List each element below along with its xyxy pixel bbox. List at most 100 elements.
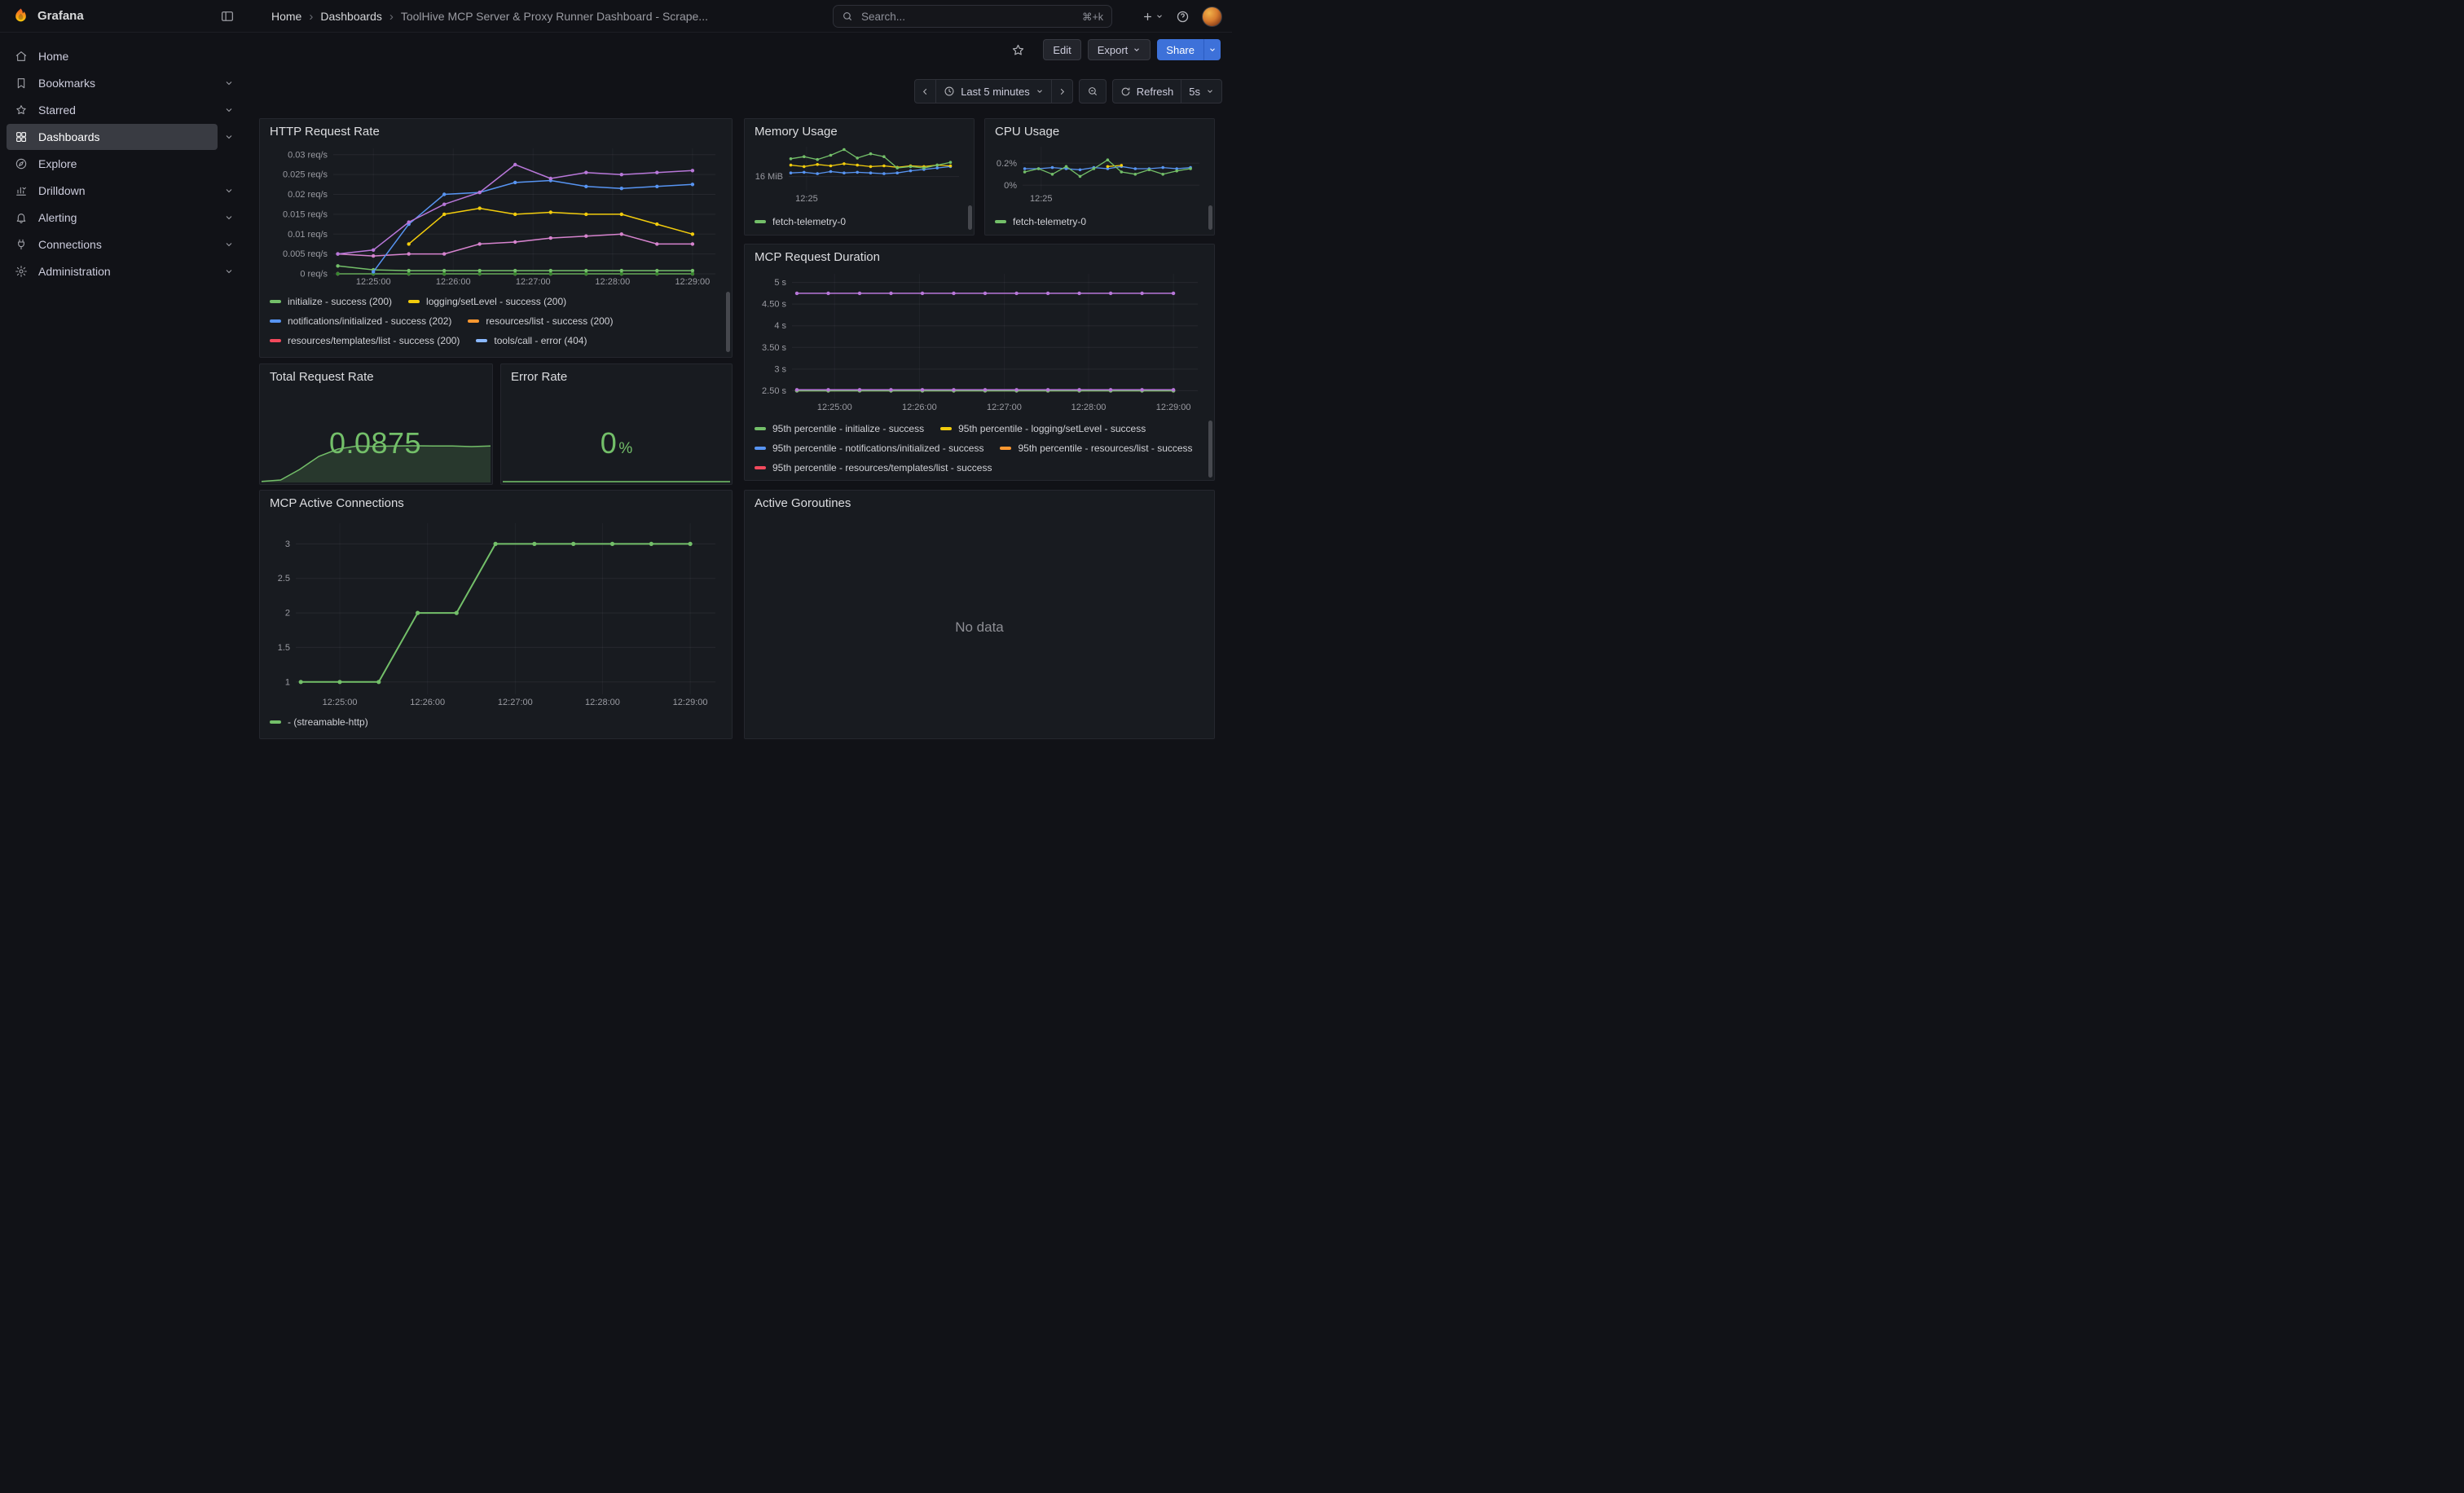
sidebar-item-label: Starred — [38, 103, 76, 117]
legend-item[interactable]: tools/call - error (404) — [476, 331, 587, 350]
panel-title[interactable]: MCP Request Duration — [745, 244, 1214, 264]
legend-item[interactable]: resources/templates/list - success (200) — [270, 331, 460, 350]
svg-text:0.025 req/s: 0.025 req/s — [283, 170, 328, 180]
home-icon — [14, 49, 29, 64]
legend-scrollbar[interactable] — [1208, 205, 1212, 230]
sidebar-item-starred[interactable]: Starred — [7, 97, 218, 123]
cpu-usage-chart[interactable]: 0.2%0%12:25 — [990, 142, 1204, 204]
favorite-star-icon[interactable] — [1011, 43, 1025, 57]
sidebar-item-alerting[interactable]: Alerting — [7, 205, 218, 231]
series-color-marker — [270, 339, 281, 342]
legend-item[interactable]: 95th percentile - logging/setLevel - suc… — [940, 419, 1146, 438]
sidebar-item-label: Dashboards — [38, 130, 100, 143]
series-color-marker — [995, 220, 1006, 223]
sidebar-item-label: Connections — [38, 238, 102, 251]
chevron-down-icon[interactable] — [218, 213, 240, 222]
svg-text:16 MiB: 16 MiB — [755, 172, 783, 182]
help-icon[interactable] — [1176, 10, 1190, 24]
panel-title[interactable]: CPU Usage — [985, 119, 1214, 139]
panel-active-goroutines: Active Goroutines No data — [744, 490, 1215, 739]
no-data-message: No data — [745, 619, 1214, 636]
search-shortcut: ⌘+k — [1082, 11, 1103, 23]
refresh-group: Refresh 5s — [1112, 79, 1222, 103]
http-request-rate-chart[interactable]: 0.03 req/s0.025 req/s0.02 req/s0.015 req… — [266, 143, 720, 287]
zoom-out-button[interactable] — [1080, 80, 1106, 103]
legend-item[interactable]: tools/call - success (200) — [270, 350, 395, 355]
share-button[interactable]: Share — [1157, 39, 1221, 60]
sidebar-item-connections[interactable]: Connections — [7, 231, 218, 258]
panel-title[interactable]: Active Goroutines — [745, 491, 1214, 510]
bookmark-icon — [14, 76, 29, 90]
apps-icon — [14, 130, 29, 144]
legend-item[interactable]: 95th percentile - notifications/initiali… — [755, 438, 983, 458]
sidebar-item-drilldown[interactable]: Drilldown — [7, 178, 218, 204]
series-color-marker — [755, 220, 766, 223]
time-range-picker[interactable]: Last 5 minutes — [935, 80, 1051, 103]
refresh-button[interactable]: Refresh — [1113, 80, 1181, 103]
sidebar-item-home[interactable]: Home — [7, 43, 240, 69]
panel-title[interactable]: Memory Usage — [745, 119, 974, 139]
svg-text:12:28:00: 12:28:00 — [595, 277, 630, 287]
mcp-request-duration-chart[interactable]: 5 s4.50 s4 s3.50 s3 s2.50 s12:25:0012:26… — [751, 269, 1203, 412]
svg-text:0.02 req/s: 0.02 req/s — [288, 190, 328, 200]
edit-button[interactable]: Edit — [1043, 39, 1080, 60]
sidebar-item-explore[interactable]: Explore — [7, 151, 240, 177]
svg-text:2.50 s: 2.50 s — [762, 386, 786, 396]
svg-text:0.005 req/s: 0.005 req/s — [283, 249, 328, 259]
svg-text:0.2%: 0.2% — [997, 159, 1017, 169]
chevron-down-icon[interactable] — [218, 266, 240, 276]
chevron-down-icon[interactable] — [218, 78, 240, 88]
legend-item[interactable]: logging/setLevel - success (200) — [408, 292, 566, 311]
mega-menu-dock-icon[interactable] — [220, 9, 235, 24]
sidebar-item-bookmarks[interactable]: Bookmarks — [7, 70, 218, 96]
legend-item[interactable]: fetch-telemetry-0 — [755, 212, 846, 231]
sidebar-row-bookmarks: Bookmarks — [7, 69, 240, 96]
panel-title[interactable]: Error Rate — [501, 364, 732, 384]
breadcrumb-item: ToolHive MCP Server & Proxy Runner Dashb… — [401, 10, 708, 23]
breadcrumb-item[interactable]: Dashboards — [320, 10, 382, 23]
share-menu-caret[interactable] — [1203, 39, 1221, 60]
user-avatar[interactable] — [1202, 7, 1222, 27]
chevron-down-icon[interactable] — [218, 105, 240, 115]
grafana-logo-icon[interactable] — [11, 7, 30, 26]
search-bar[interactable]: ⌘+k — [833, 5, 1112, 28]
sidebar-item-dashboards[interactable]: Dashboards — [7, 124, 218, 150]
time-shift-forward-button[interactable] — [1051, 80, 1072, 103]
new-menu-button[interactable] — [1142, 11, 1164, 23]
chevron-down-icon[interactable] — [218, 132, 240, 142]
legend-item[interactable]: notifications/initialized - success (202… — [270, 311, 451, 331]
chevron-down-icon[interactable] — [218, 240, 240, 249]
refresh-interval-picker[interactable]: 5s — [1181, 80, 1221, 103]
legend-item[interactable]: 95th percentile - resources/templates/li… — [755, 458, 992, 478]
sidebar-item-administration[interactable]: Administration — [7, 258, 218, 284]
svg-text:12:26:00: 12:26:00 — [410, 698, 445, 707]
panel-error-rate: Error Rate 0% — [500, 363, 733, 485]
legend-item[interactable]: resources/list - success (200) — [468, 311, 613, 331]
legend-item[interactable]: unknown - success (200) — [551, 350, 677, 355]
sidebar-row-connections: Connections — [7, 231, 240, 258]
mcp-active-connections-chart[interactable]: 32.521.5112:25:0012:26:0012:27:0012:28:0… — [266, 518, 720, 707]
panel-title[interactable]: HTTP Request Rate — [260, 119, 732, 139]
legend-item[interactable]: initialize - success (200) — [270, 292, 392, 311]
legend-scrollbar[interactable] — [1208, 421, 1212, 478]
series-color-marker — [755, 447, 766, 450]
memory-usage-chart[interactable]: 16 MiB12:25 — [750, 142, 964, 204]
legend-item[interactable]: 95th percentile - initialize - success — [755, 419, 924, 438]
legend-item[interactable]: tools/list - success (200) — [411, 350, 535, 355]
legend-scrollbar[interactable] — [968, 205, 972, 230]
time-shift-back-button[interactable] — [915, 80, 935, 103]
legend-scrollbar[interactable] — [726, 292, 730, 352]
panel-title[interactable]: MCP Active Connections — [260, 491, 732, 510]
breadcrumb-item[interactable]: Home — [271, 10, 301, 23]
svg-text:12:27:00: 12:27:00 — [498, 698, 533, 707]
legend-item[interactable]: - (streamable-http) — [270, 712, 368, 732]
chevron-down-icon — [1206, 87, 1214, 95]
panel-title[interactable]: Total Request Rate — [260, 364, 492, 384]
svg-text:12:27:00: 12:27:00 — [987, 403, 1022, 412]
legend-item[interactable]: fetch-telemetry-0 — [995, 212, 1086, 231]
export-button[interactable]: Export — [1088, 39, 1151, 60]
series-color-marker — [1000, 447, 1011, 450]
legend-item[interactable]: 95th percentile - resources/list - succe… — [1000, 438, 1192, 458]
chevron-down-icon[interactable] — [218, 186, 240, 196]
search-input[interactable] — [860, 10, 1076, 24]
